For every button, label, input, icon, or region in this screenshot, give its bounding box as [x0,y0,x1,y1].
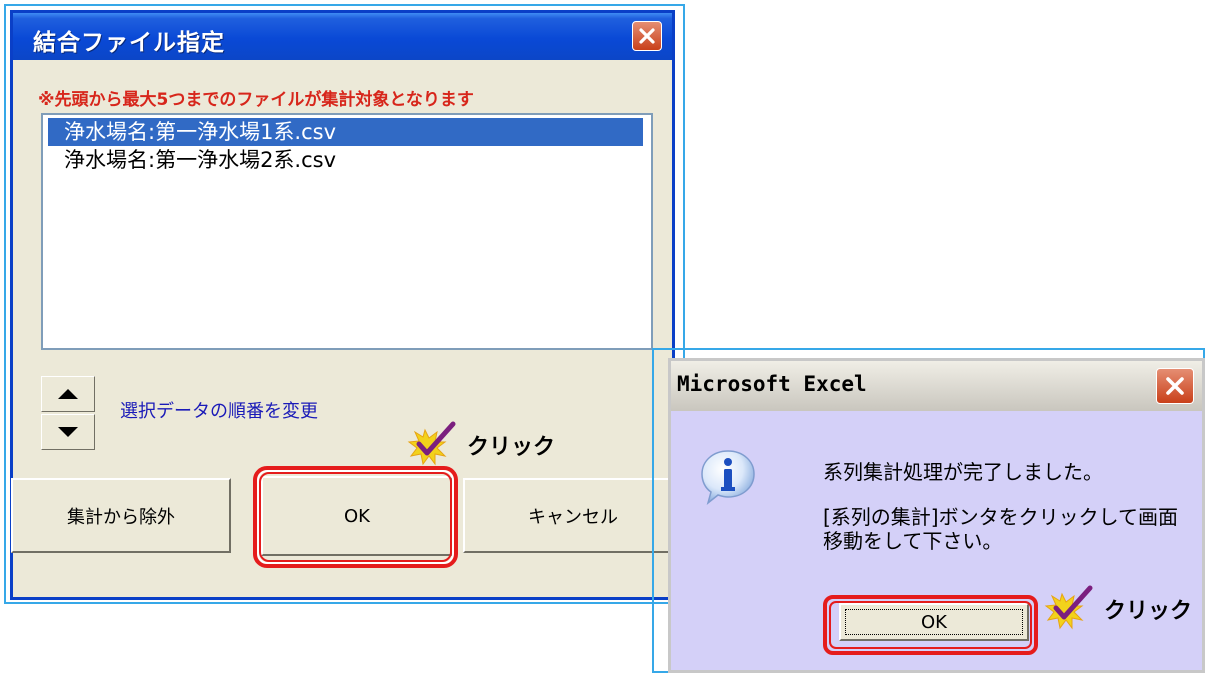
click-label: クリック [1104,599,1193,624]
close-button[interactable] [632,21,662,51]
click-label: クリック [467,435,556,460]
burst-check-icon [1044,585,1093,630]
highlight-ring-inner [829,601,1032,649]
click-annotation: クリック [405,420,555,470]
exclude-button[interactable]: 集計から除外 [11,478,231,553]
title-bar: Microsoft Excel [671,361,1202,411]
dialog-title: Microsoft Excel [677,372,867,396]
highlight-ring-inner [259,472,452,562]
move-up-button[interactable] [41,376,95,412]
info-icon [701,450,755,506]
title-bar: 結合ファイル指定 [13,13,672,60]
close-icon [1166,377,1184,395]
close-icon [639,28,655,44]
message-text: 系列集計処理が完了しました。 [823,460,1103,484]
click-annotation: クリック [1042,584,1192,634]
move-down-button[interactable] [41,414,95,450]
file-list[interactable]: 浄水場名:第一浄水場1系.csv 浄水場名:第一浄水場2系.csv [41,113,653,350]
order-label: 選択データの順番を変更 [120,401,318,422]
list-item[interactable]: 浄水場名:第一浄水場2系.csv [48,146,336,174]
merge-dialog: 結合ファイル指定 ※先頭から最大5つまでのファイルが集計対象となります 浄水場名… [10,10,683,600]
limit-note: ※先頭から最大5つまでのファイルが集計対象となります [38,90,474,110]
arrow-down-icon [58,427,78,437]
cancel-button[interactable]: キャンセル [463,478,683,553]
instruction-text: [系列の集計]ボンタをクリックして画面移動をして下さい。 [823,505,1179,553]
arrow-up-icon [58,389,78,399]
close-button[interactable] [1156,368,1194,404]
list-item[interactable]: 浄水場名:第一浄水場1系.csv [48,118,643,146]
burst-check-icon [407,421,456,466]
dialog-title: 結合ファイル指定 [33,30,225,56]
